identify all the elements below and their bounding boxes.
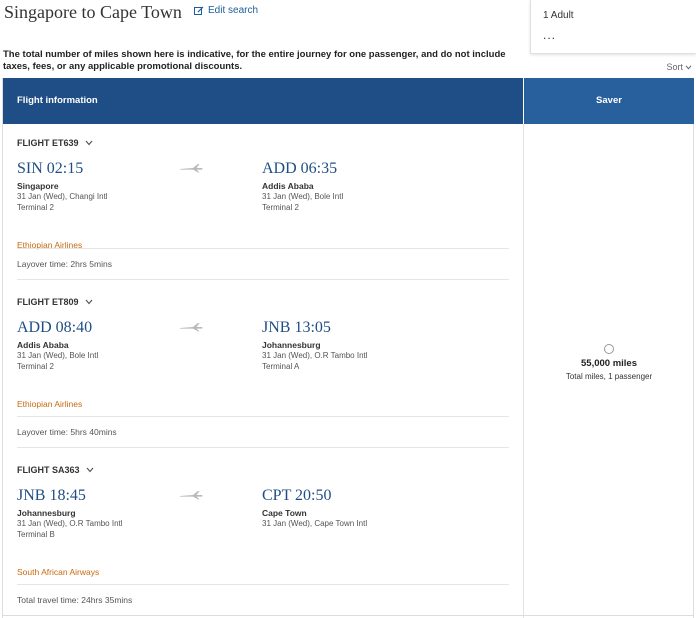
passenger-selector[interactable]: 1 Adult ... xyxy=(530,0,696,54)
chevron-down-icon xyxy=(85,299,92,305)
flight-code: FLIGHT ET809 xyxy=(17,297,79,307)
flight-leg: FLIGHT SA363 JNB 18:45 Johannesburg 31 J… xyxy=(17,465,511,577)
departure-city: Addis Ababa xyxy=(17,340,69,350)
flight-times: SIN 02:15 Singapore 31 Jan (Wed), Changi… xyxy=(17,160,511,250)
arrival: ADD 06:35 Addis Ababa 31 Jan (Wed), Bole… xyxy=(262,160,343,213)
departure-date-airport: 31 Jan (Wed), Bole Intl xyxy=(17,351,99,360)
flight-leg: FLIGHT ET809 ADD 08:40 Addis Ababa 31 Ja… xyxy=(17,297,511,409)
miles-note: Total miles, 1 passenger xyxy=(565,372,653,381)
departure-city: Singapore xyxy=(17,181,59,191)
arrival-time: CPT 20:50 xyxy=(262,487,332,504)
total-travel-time: Total travel time: 24hrs 35mins xyxy=(17,595,133,605)
edit-icon xyxy=(194,6,204,15)
chevron-down-icon xyxy=(685,65,692,70)
plane-icon xyxy=(180,491,203,500)
miles-disclaimer: The total number of miles shown here is … xyxy=(3,49,506,72)
layover-time: Layover time: 2hrs 5mins xyxy=(17,259,112,269)
departure-time: SIN 02:15 xyxy=(17,160,84,177)
divider xyxy=(17,584,509,585)
flight-code-toggle[interactable]: FLIGHT ET809 xyxy=(17,297,511,307)
radio-icon[interactable] xyxy=(604,344,614,354)
miles-amount: 55,000 miles xyxy=(581,358,637,369)
divider xyxy=(17,248,509,249)
plane-icon xyxy=(180,323,203,332)
arrival: CPT 20:50 Cape Town 31 Jan (Wed), Cape T… xyxy=(262,487,367,529)
arrival-time: JNB 13:05 xyxy=(262,319,331,336)
flight-code-toggle[interactable]: FLIGHT SA363 xyxy=(17,465,511,475)
departure: JNB 18:45 Johannesburg 31 Jan (Wed), O.R… xyxy=(17,487,123,540)
departure-terminal: Terminal 2 xyxy=(17,362,54,371)
arrival-city: Cape Town xyxy=(262,508,307,518)
flight-leg: FLIGHT ET639 SIN 02:15 Singapore 31 Jan … xyxy=(17,138,511,250)
departure-time: ADD 08:40 xyxy=(17,319,93,336)
divider xyxy=(17,279,509,280)
departure-date-airport: 31 Jan (Wed), O.R Tambo Intl xyxy=(17,519,123,528)
page-title: Singapore to Cape Town xyxy=(4,2,182,22)
arrival-date-airport: 31 Jan (Wed), Bole Intl xyxy=(262,192,344,201)
flight-info-header: Flight information xyxy=(3,78,523,124)
airline-name: South African Airways xyxy=(17,567,100,577)
departure: SIN 02:15 Singapore 31 Jan (Wed), Changi… xyxy=(17,160,108,213)
sort-label: Sort xyxy=(666,62,683,72)
arrival-city: Johannesburg xyxy=(262,340,321,350)
arrival-time: ADD 06:35 xyxy=(262,160,338,177)
flight-code-toggle[interactable]: FLIGHT ET639 xyxy=(17,138,511,148)
flight-times: ADD 08:40 Addis Ababa 31 Jan (Wed), Bole… xyxy=(17,319,511,409)
flight-code: FLIGHT SA363 xyxy=(17,465,80,475)
layover-time: Layover time: 5hrs 40mins xyxy=(17,427,117,437)
flight-times: JNB 18:45 Johannesburg 31 Jan (Wed), O.R… xyxy=(17,487,511,577)
saver-header: Saver xyxy=(524,78,694,124)
edit-search-link[interactable]: Edit search xyxy=(194,5,258,16)
departure-terminal: Terminal B xyxy=(17,530,55,539)
edit-search-label: Edit search xyxy=(208,5,259,16)
departure-city: Johannesburg xyxy=(17,508,76,518)
arrival: JNB 13:05 Johannesburg 31 Jan (Wed), O.R… xyxy=(262,319,368,372)
chevron-down-icon xyxy=(86,467,93,473)
arrival-terminal: Terminal 2 xyxy=(262,203,299,212)
arrival-terminal: Terminal A xyxy=(262,362,300,371)
more-options-icon[interactable]: ... xyxy=(543,28,556,42)
departure-terminal: Terminal 2 xyxy=(17,203,54,212)
chevron-down-icon xyxy=(85,140,92,146)
departure-time: JNB 18:45 xyxy=(17,487,86,504)
divider xyxy=(17,447,509,448)
plane-icon xyxy=(180,164,203,173)
departure: ADD 08:40 Addis Ababa 31 Jan (Wed), Bole… xyxy=(17,319,98,372)
departure-date-airport: 31 Jan (Wed), Changi Intl xyxy=(17,192,108,201)
arrival-city: Addis Ababa xyxy=(262,181,314,191)
airline-name: Ethiopian Airlines xyxy=(17,399,83,409)
flight-code: FLIGHT ET639 xyxy=(17,138,79,148)
table-bottom-border xyxy=(3,615,693,616)
divider xyxy=(17,416,509,417)
saver-fare-option[interactable]: 55,000 miles Total miles, 1 passenger xyxy=(524,344,694,381)
passenger-count: 1 Adult xyxy=(543,10,574,21)
arrival-date-airport: 31 Jan (Wed), Cape Town Intl xyxy=(262,519,368,528)
results-table: Flight information Saver FLIGHT ET639 SI… xyxy=(2,78,694,618)
sort-dropdown[interactable]: Sort xyxy=(666,62,692,72)
arrival-date-airport: 31 Jan (Wed), O.R Tambo Intl xyxy=(262,351,368,360)
